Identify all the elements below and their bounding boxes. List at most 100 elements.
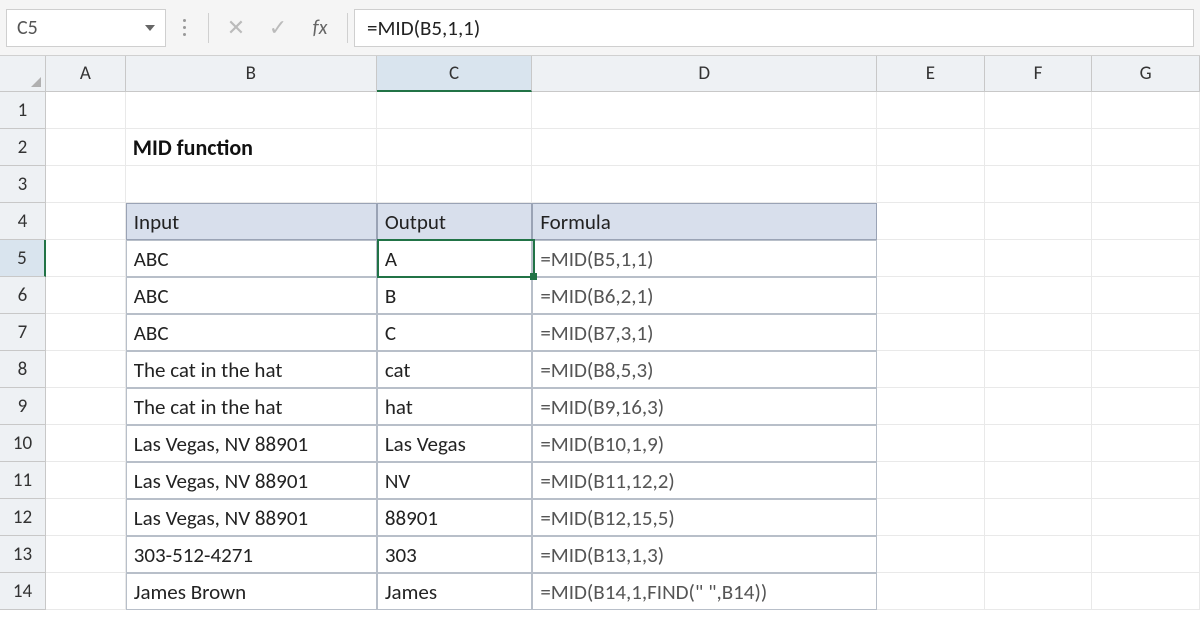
- cell[interactable]: [1092, 462, 1200, 499]
- cell[interactable]: [985, 203, 1093, 240]
- table-header-output[interactable]: Output: [377, 203, 532, 240]
- cell[interactable]: [877, 314, 985, 351]
- table-cell-output[interactable]: Las Vegas: [377, 425, 532, 462]
- table-cell-input[interactable]: 303-512-4271: [126, 536, 377, 573]
- cell[interactable]: [46, 92, 126, 129]
- col-head-b[interactable]: B: [126, 56, 377, 92]
- row-head-9[interactable]: 9: [0, 388, 46, 425]
- cell[interactable]: [985, 240, 1093, 277]
- cell[interactable]: [985, 277, 1093, 314]
- cell[interactable]: [46, 203, 126, 240]
- name-box[interactable]: C5: [6, 9, 166, 47]
- cell[interactable]: [985, 462, 1093, 499]
- row-head-4[interactable]: 4: [0, 203, 46, 240]
- cell[interactable]: [1092, 166, 1200, 203]
- table-cell-formula[interactable]: =MID(B13,1,3): [532, 536, 877, 573]
- cell[interactable]: [1092, 499, 1200, 536]
- cell[interactable]: [985, 425, 1093, 462]
- table-cell-input[interactable]: Las Vegas, NV 88901: [126, 462, 377, 499]
- cell[interactable]: [126, 166, 377, 203]
- page-title[interactable]: MID function: [126, 129, 377, 166]
- cell[interactable]: [985, 314, 1093, 351]
- table-cell-output[interactable]: B: [377, 277, 532, 314]
- table-cell-input[interactable]: ABC: [126, 240, 377, 277]
- cell[interactable]: [1092, 129, 1200, 166]
- table-cell-input[interactable]: Las Vegas, NV 88901: [126, 499, 377, 536]
- table-cell-output[interactable]: hat: [377, 388, 532, 425]
- select-all-corner[interactable]: [0, 56, 46, 92]
- row-head-12[interactable]: 12: [0, 499, 46, 536]
- row-head-8[interactable]: 8: [0, 351, 46, 388]
- cell[interactable]: [1092, 314, 1200, 351]
- cell[interactable]: [1092, 351, 1200, 388]
- table-cell-output[interactable]: A: [377, 240, 532, 277]
- cell[interactable]: [877, 166, 985, 203]
- cell[interactable]: [377, 166, 532, 203]
- cell[interactable]: [1092, 277, 1200, 314]
- chevron-down-icon[interactable]: [145, 25, 155, 31]
- cell[interactable]: [985, 536, 1093, 573]
- table-cell-input[interactable]: The cat in the hat: [126, 351, 377, 388]
- cell[interactable]: [46, 277, 126, 314]
- cell[interactable]: [126, 92, 377, 129]
- row-head-14[interactable]: 14: [0, 573, 46, 610]
- fx-icon[interactable]: fx: [299, 9, 341, 47]
- table-cell-formula[interactable]: =MID(B10,1,9): [532, 425, 877, 462]
- cell[interactable]: [46, 351, 126, 388]
- table-cell-input[interactable]: James Brown: [126, 573, 377, 610]
- col-head-c[interactable]: C: [377, 56, 532, 92]
- table-cell-formula[interactable]: =MID(B12,15,5): [532, 499, 877, 536]
- row-head-2[interactable]: 2: [0, 129, 46, 166]
- cell[interactable]: [877, 388, 985, 425]
- cell[interactable]: [532, 129, 877, 166]
- cell[interactable]: [985, 388, 1093, 425]
- table-cell-formula[interactable]: =MID(B7,3,1): [532, 314, 877, 351]
- row-head-11[interactable]: 11: [0, 462, 46, 499]
- cell[interactable]: [1092, 240, 1200, 277]
- cell[interactable]: [877, 129, 985, 166]
- table-cell-output[interactable]: NV: [377, 462, 532, 499]
- table-cell-input[interactable]: Las Vegas, NV 88901: [126, 425, 377, 462]
- table-cell-input[interactable]: ABC: [126, 277, 377, 314]
- cell[interactable]: [985, 92, 1093, 129]
- table-cell-formula[interactable]: =MID(B5,1,1): [532, 240, 877, 277]
- table-cell-output[interactable]: 303: [377, 536, 532, 573]
- col-head-e[interactable]: E: [877, 56, 985, 92]
- cancel-icon[interactable]: ✕: [215, 9, 257, 47]
- cell[interactable]: [377, 129, 532, 166]
- cell[interactable]: [46, 388, 126, 425]
- cell[interactable]: [877, 425, 985, 462]
- col-head-f[interactable]: F: [985, 56, 1093, 92]
- cell[interactable]: [985, 499, 1093, 536]
- table-cell-output[interactable]: C: [377, 314, 532, 351]
- table-cell-output[interactable]: cat: [377, 351, 532, 388]
- row-head-3[interactable]: 3: [0, 166, 46, 203]
- table-header-formula[interactable]: Formula: [532, 203, 877, 240]
- col-head-d[interactable]: D: [532, 56, 877, 92]
- row-head-5[interactable]: 5: [0, 240, 46, 277]
- cell[interactable]: [46, 573, 126, 610]
- cell[interactable]: [46, 166, 126, 203]
- cell[interactable]: [532, 166, 877, 203]
- cell[interactable]: [877, 499, 985, 536]
- cell[interactable]: [985, 573, 1093, 610]
- cell[interactable]: [877, 462, 985, 499]
- cell[interactable]: [1092, 203, 1200, 240]
- cell[interactable]: [985, 129, 1093, 166]
- table-cell-formula[interactable]: =MID(B11,12,2): [532, 462, 877, 499]
- cell[interactable]: [877, 277, 985, 314]
- cell[interactable]: [46, 499, 126, 536]
- table-cell-input[interactable]: ABC: [126, 314, 377, 351]
- cell[interactable]: [877, 240, 985, 277]
- cell[interactable]: [1092, 425, 1200, 462]
- cell[interactable]: [877, 536, 985, 573]
- table-cell-formula[interactable]: =MID(B8,5,3): [532, 351, 877, 388]
- cell[interactable]: [46, 425, 126, 462]
- cell[interactable]: [1092, 573, 1200, 610]
- col-head-g[interactable]: G: [1092, 56, 1200, 92]
- cell[interactable]: [877, 573, 985, 610]
- cells-area[interactable]: MID function Input Output: [46, 92, 1200, 610]
- cell[interactable]: [877, 92, 985, 129]
- enter-icon[interactable]: ✓: [257, 9, 299, 47]
- table-cell-formula[interactable]: =MID(B6,2,1): [532, 277, 877, 314]
